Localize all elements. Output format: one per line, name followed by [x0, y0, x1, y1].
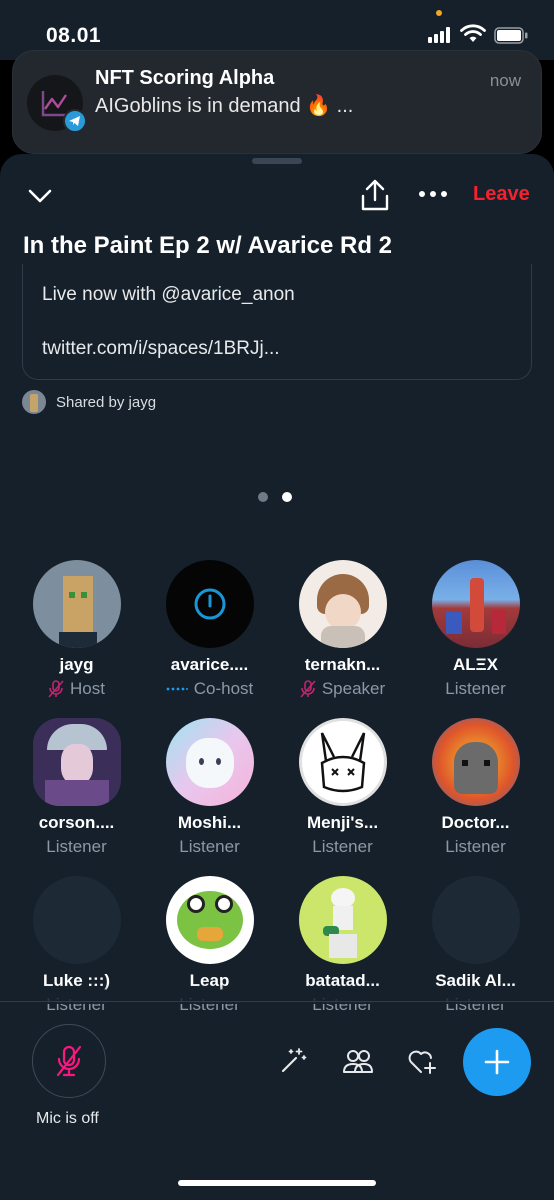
participant-moshi[interactable]: Moshi... Listener — [143, 718, 276, 857]
avatar — [431, 560, 520, 648]
space-sheet: Leave In the Paint Ep 2 w/ Avarice Rd 2 … — [0, 154, 554, 1200]
avatar — [165, 560, 254, 648]
participant-role: Listener — [445, 679, 506, 698]
more-options-button[interactable] — [416, 182, 450, 206]
sheet-grabber[interactable] — [252, 158, 302, 164]
avatar — [165, 718, 254, 806]
participant-role: Listener — [312, 837, 373, 856]
more-dots-icon — [419, 191, 447, 197]
heart-plus-icon — [408, 1050, 436, 1074]
bottom-divider — [0, 1001, 554, 1002]
avatar — [431, 718, 520, 806]
magic-wand-icon — [281, 1048, 307, 1073]
participant-role-row: Listener — [409, 679, 542, 699]
bunny-drawing-icon — [320, 732, 365, 793]
participant-name: ternakn... — [304, 655, 381, 674]
notification-time: now — [489, 71, 521, 90]
shared-by-label: Shared by jayg — [56, 393, 157, 411]
participant-role-row: Host — [10, 679, 143, 699]
battery-icon — [494, 27, 528, 44]
avatar — [32, 560, 121, 648]
plus-icon — [484, 1049, 510, 1075]
page-indicator — [258, 492, 292, 502]
power-icon — [194, 588, 225, 620]
avatar — [32, 876, 121, 964]
participant-name: avarice.... — [170, 655, 249, 674]
participant-name: Doctor... — [441, 813, 510, 832]
avatar — [298, 876, 387, 964]
avatar — [298, 718, 387, 806]
participants-button[interactable] — [341, 1044, 375, 1078]
participant-jayg[interactable]: jayg Host — [10, 560, 143, 699]
space-title: In the Paint Ep 2 w/ Avarice Rd 2 — [23, 232, 392, 259]
effects-button[interactable] — [276, 1044, 310, 1078]
participant-role-row: Listener — [409, 837, 542, 857]
mic-toggle-button[interactable] — [32, 1024, 106, 1098]
participant-role: Listener — [179, 837, 240, 856]
privacy-indicator-dot — [436, 10, 442, 16]
participant-alex[interactable]: ALΞX Listener — [409, 560, 542, 699]
participant-role: Listener — [46, 837, 107, 856]
participant-ternakn[interactable]: ternakn... Speaker — [276, 560, 409, 699]
participant-role-row: Co-host — [143, 679, 276, 699]
people-icon — [343, 1050, 373, 1073]
home-indicator[interactable] — [178, 1180, 376, 1186]
cellular-signal-icon — [428, 27, 454, 43]
shared-by-row: Shared by jayg — [22, 390, 156, 414]
page-dot-active — [282, 492, 292, 502]
participant-role-row: Listener — [276, 837, 409, 857]
mic-muted-icon — [48, 680, 64, 698]
avatar — [165, 876, 254, 964]
participant-role-row: Listener — [10, 837, 143, 857]
participant-name: Moshi... — [177, 813, 242, 832]
participant-role: Speaker — [321, 679, 386, 698]
mic-off-icon — [56, 1045, 82, 1077]
page-dot-inactive — [258, 492, 268, 502]
participant-name: corson.... — [38, 813, 115, 832]
participant-menji[interactable]: Menji's... Listener — [276, 718, 409, 857]
participant-corson[interactable]: corson.... Listener — [10, 718, 143, 857]
tweet-link[interactable]: twitter.com/i/spaces/1BRJj... — [42, 338, 280, 360]
participant-name: ALΞX — [453, 655, 498, 674]
avatar — [298, 560, 387, 648]
participant-role-row: Listener — [143, 837, 276, 857]
chevron-down-icon — [28, 189, 52, 203]
collapse-button[interactable] — [24, 180, 56, 212]
participant-role: Listener — [445, 837, 506, 856]
participant-name: jayg — [59, 655, 94, 674]
avatar — [22, 390, 46, 414]
react-button[interactable] — [406, 1044, 440, 1078]
speaking-dots-icon — [166, 687, 188, 691]
status-time: 08.01 — [46, 24, 102, 47]
compose-button[interactable] — [463, 1028, 531, 1096]
notification-title: NFT Scoring Alpha — [95, 67, 275, 89]
wifi-icon — [460, 24, 486, 42]
notification-body: AIGoblins is in demand 🔥 ... — [95, 95, 354, 117]
mic-status-label: Mic is off — [36, 1110, 99, 1127]
participant-role-row: Speaker — [276, 679, 409, 699]
participant-doctor[interactable]: Doctor... Listener — [409, 718, 542, 857]
avatar — [32, 718, 121, 806]
avatar — [431, 876, 520, 964]
participant-role: Host — [70, 679, 105, 698]
share-button[interactable] — [358, 176, 392, 214]
mic-muted-icon — [300, 680, 316, 698]
share-icon — [361, 179, 389, 211]
notification-banner[interactable]: NFT Scoring Alpha AIGoblins is in demand… — [12, 50, 542, 154]
participant-avarice[interactable]: avarice.... Co-host — [143, 560, 276, 699]
leave-button[interactable]: Leave — [473, 183, 530, 206]
participant-role: Co-host — [193, 679, 254, 698]
shared-tweet-card[interactable]: Live now with @avarice_anon twitter.com/… — [22, 264, 532, 380]
telegram-icon — [63, 109, 87, 133]
participant-name: Menji's... — [306, 813, 379, 832]
tweet-text: Live now with @avarice_anon — [42, 284, 295, 305]
